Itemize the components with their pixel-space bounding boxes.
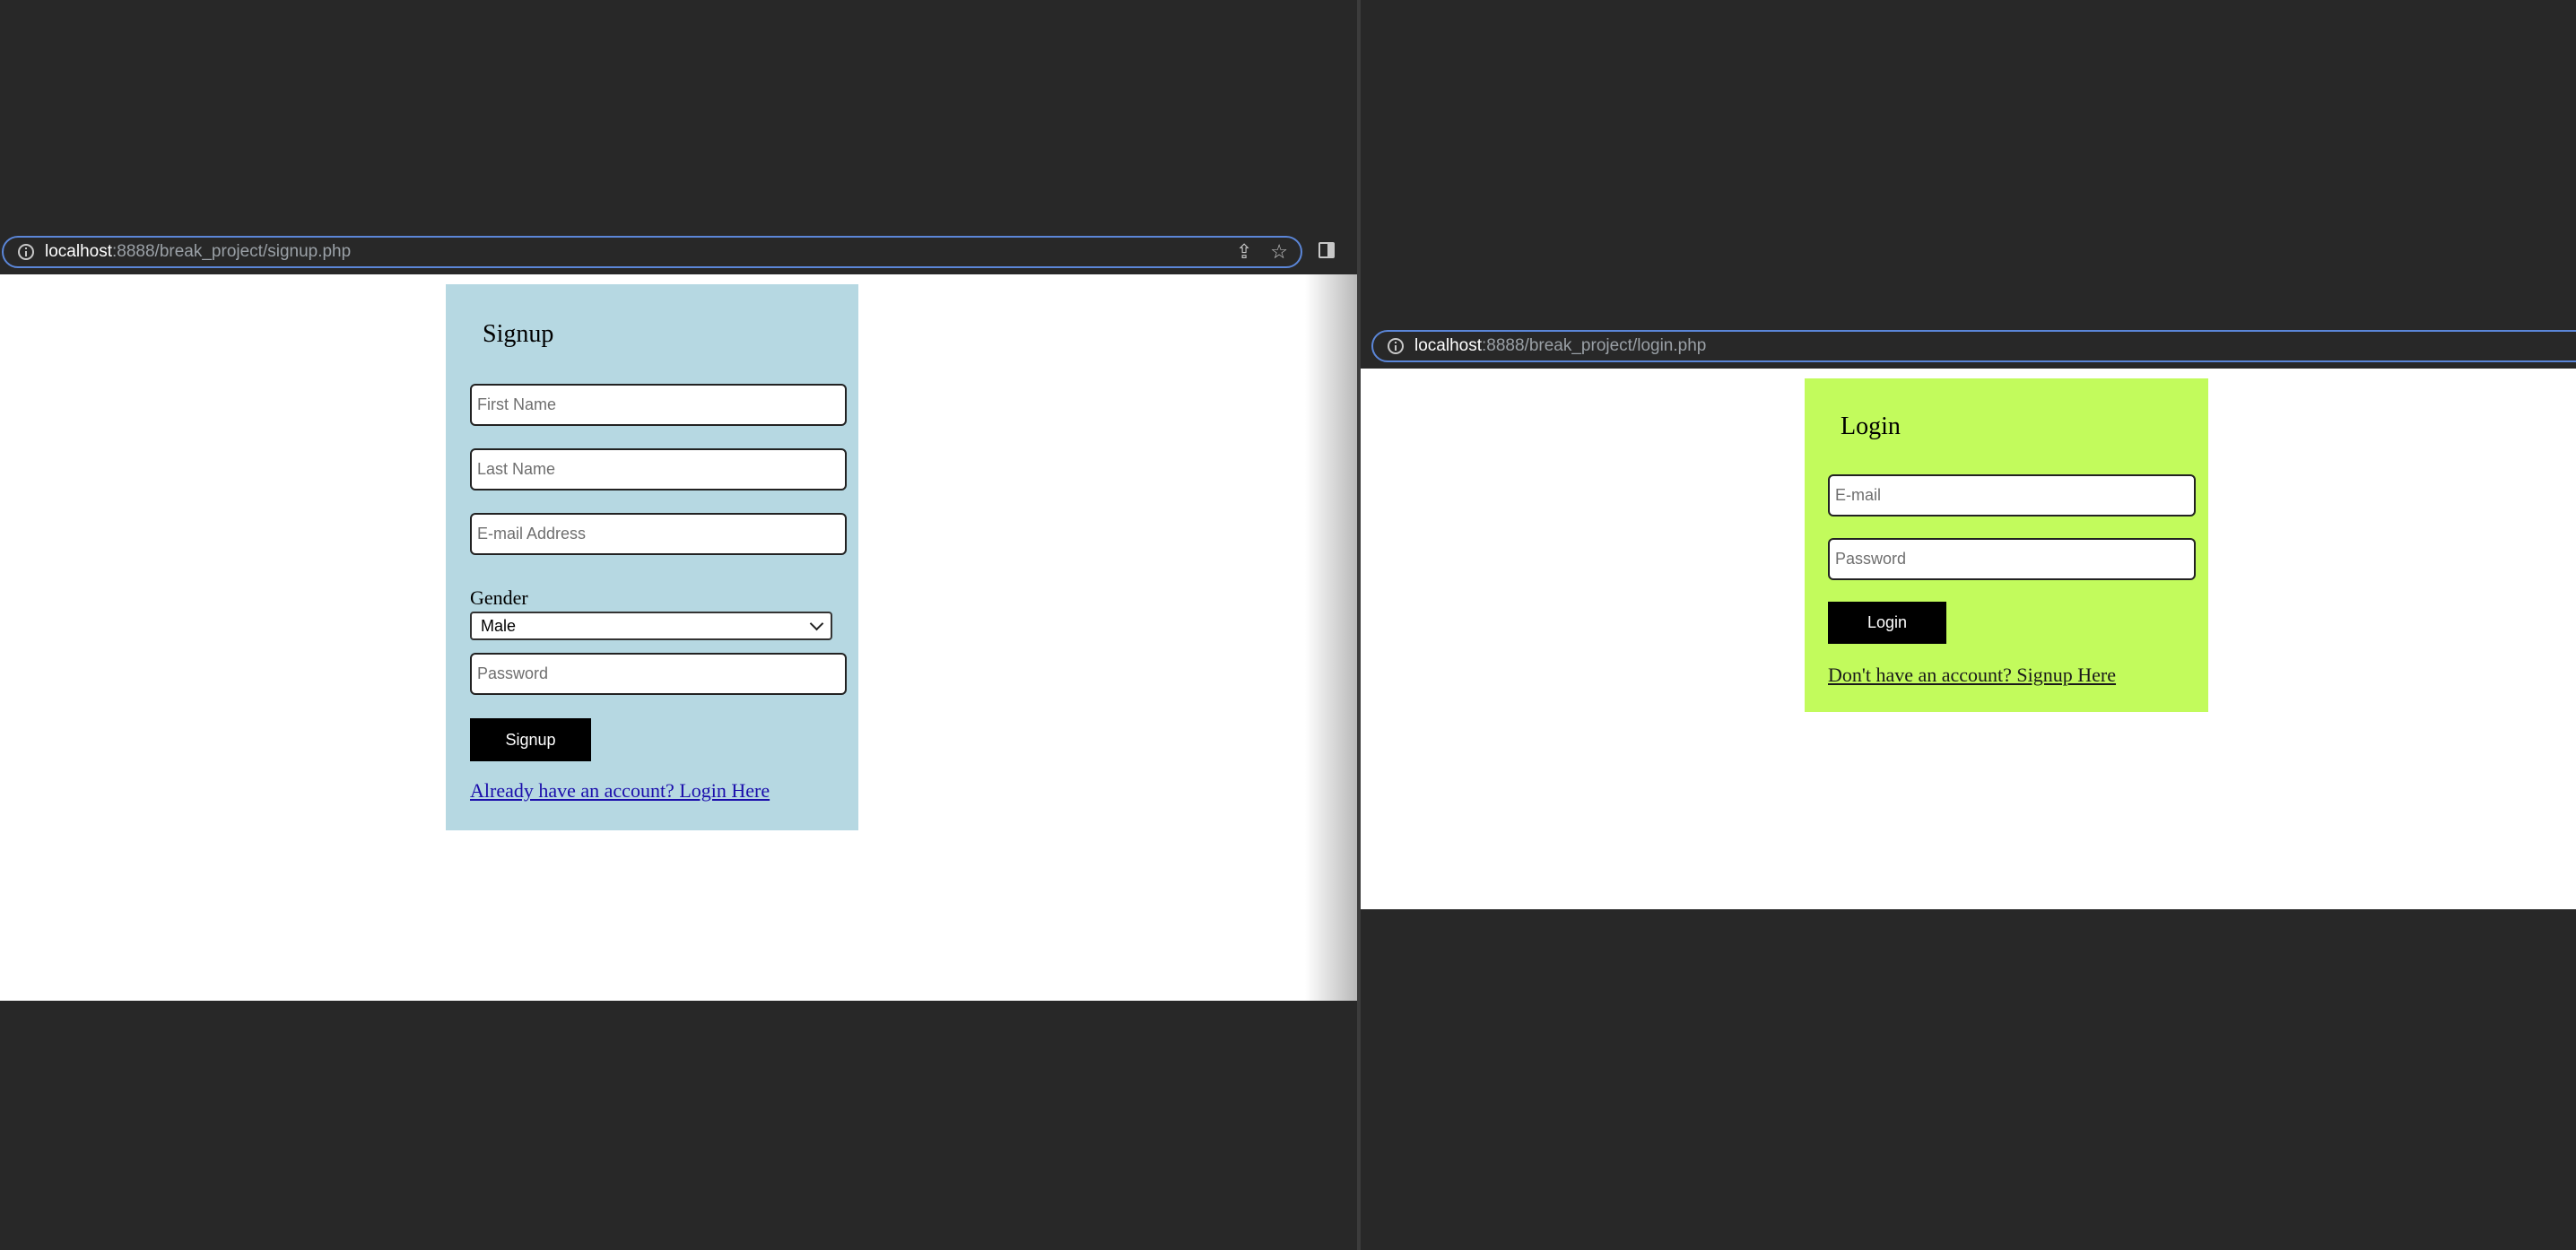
signup-form: Signup Gender Male Signup Already have a… <box>446 284 858 830</box>
email-input[interactable] <box>470 513 847 555</box>
login-link[interactable]: Already have an account? Login Here <box>470 779 770 803</box>
info-icon[interactable] <box>1388 338 1404 354</box>
url-host: localhost <box>45 242 112 261</box>
form-title: Login <box>1841 412 1901 440</box>
star-icon[interactable]: ☆ <box>1270 242 1288 262</box>
url-path: :8888/break_project/login.php <box>1482 336 1707 355</box>
share-icon[interactable]: ⇪ <box>1236 242 1252 262</box>
login-browser-window: localhost:8888/break_project/login.php L… <box>1361 0 2576 1250</box>
password-input[interactable] <box>1828 538 2196 580</box>
gender-select[interactable]: Male <box>470 612 832 640</box>
form-title: Signup <box>483 320 554 348</box>
url-path: :8888/break_project/signup.php <box>112 242 352 261</box>
url-host: localhost <box>1414 336 1482 355</box>
signup-button[interactable]: Signup <box>470 718 591 761</box>
email-input[interactable] <box>1828 474 2196 516</box>
login-button[interactable]: Login <box>1828 602 1946 644</box>
first-name-input[interactable] <box>470 384 847 426</box>
gender-label: Gender <box>470 586 528 609</box>
login-form: Login Login Don't have an account? Signu… <box>1805 378 2208 712</box>
page-content: Signup Gender Male Signup Already have a… <box>0 274 1357 1001</box>
gender-selected-value: Male <box>481 616 517 635</box>
signup-link[interactable]: Don't have an account? Signup Here <box>1828 664 2116 687</box>
side-panel-icon[interactable] <box>1318 242 1335 258</box>
last-name-input[interactable] <box>470 448 847 490</box>
address-bar[interactable]: localhost:8888/break_project/login.php <box>1371 330 2576 362</box>
page-content: Login Login Don't have an account? Signu… <box>1361 369 2576 909</box>
address-bar[interactable]: localhost:8888/break_project/signup.php … <box>2 236 1302 268</box>
address-bar-actions: ⇪ ☆ <box>1236 238 1288 266</box>
window-edge-shadow <box>1305 274 1357 1001</box>
password-input[interactable] <box>470 653 847 695</box>
info-icon[interactable] <box>18 244 34 260</box>
signup-browser-window: localhost:8888/break_project/signup.php … <box>0 0 1357 1250</box>
chevron-down-icon <box>809 616 824 631</box>
